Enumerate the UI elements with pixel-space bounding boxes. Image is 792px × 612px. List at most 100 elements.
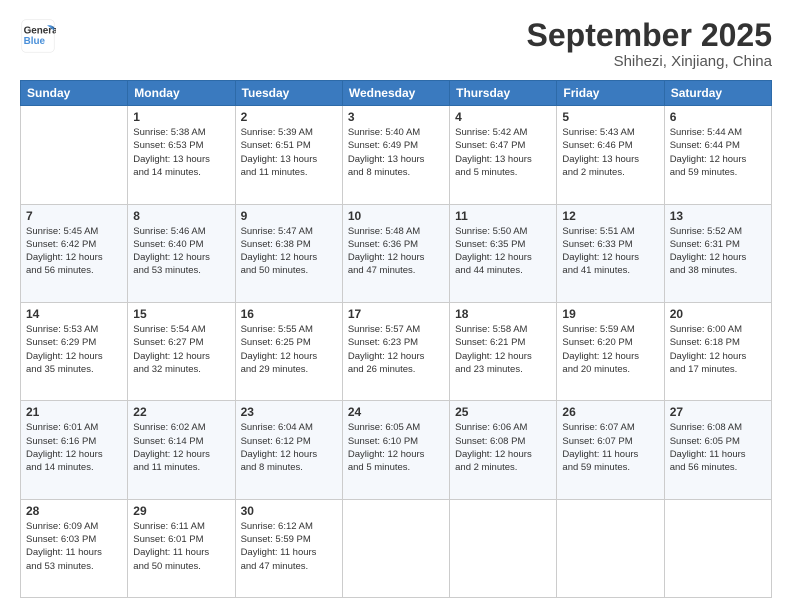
day-info: Sunrise: 5:50 AMSunset: 6:35 PMDaylight:… bbox=[455, 225, 551, 278]
calendar-header-row: Sunday Monday Tuesday Wednesday Thursday… bbox=[21, 81, 772, 106]
day-info: Sunrise: 5:58 AMSunset: 6:21 PMDaylight:… bbox=[455, 323, 551, 376]
header-saturday: Saturday bbox=[664, 81, 771, 106]
day-info: Sunrise: 5:55 AMSunset: 6:25 PMDaylight:… bbox=[241, 323, 337, 376]
day-number: 10 bbox=[348, 209, 444, 223]
day-number: 20 bbox=[670, 307, 766, 321]
day-info: Sunrise: 6:11 AMSunset: 6:01 PMDaylight:… bbox=[133, 520, 229, 573]
table-row bbox=[450, 499, 557, 597]
day-info: Sunrise: 5:59 AMSunset: 6:20 PMDaylight:… bbox=[562, 323, 658, 376]
header-wednesday: Wednesday bbox=[342, 81, 449, 106]
day-info: Sunrise: 5:54 AMSunset: 6:27 PMDaylight:… bbox=[133, 323, 229, 376]
calendar-week-5: 28 Sunrise: 6:09 AMSunset: 6:03 PMDayligh… bbox=[21, 499, 772, 597]
table-row: 18 Sunrise: 5:58 AMSunset: 6:21 PMDayligh… bbox=[450, 302, 557, 400]
day-info: Sunrise: 6:09 AMSunset: 6:03 PMDaylight:… bbox=[26, 520, 122, 573]
day-info: Sunrise: 6:12 AMSunset: 5:59 PMDaylight:… bbox=[241, 520, 337, 573]
day-info: Sunrise: 6:00 AMSunset: 6:18 PMDaylight:… bbox=[670, 323, 766, 376]
day-number: 18 bbox=[455, 307, 551, 321]
day-number: 28 bbox=[26, 504, 122, 518]
day-number: 4 bbox=[455, 110, 551, 124]
table-row: 23 Sunrise: 6:04 AMSunset: 6:12 PMDayligh… bbox=[235, 401, 342, 499]
day-number: 26 bbox=[562, 405, 658, 419]
calendar-week-1: 1 Sunrise: 5:38 AMSunset: 6:53 PMDaylight… bbox=[21, 106, 772, 204]
table-row: 10 Sunrise: 5:48 AMSunset: 6:36 PMDayligh… bbox=[342, 204, 449, 302]
day-info: Sunrise: 6:07 AMSunset: 6:07 PMDaylight:… bbox=[562, 421, 658, 474]
day-info: Sunrise: 5:42 AMSunset: 6:47 PMDaylight:… bbox=[455, 126, 551, 179]
day-number: 30 bbox=[241, 504, 337, 518]
day-number: 13 bbox=[670, 209, 766, 223]
day-info: Sunrise: 5:51 AMSunset: 6:33 PMDaylight:… bbox=[562, 225, 658, 278]
day-info: Sunrise: 5:38 AMSunset: 6:53 PMDaylight:… bbox=[133, 126, 229, 179]
table-row: 24 Sunrise: 6:05 AMSunset: 6:10 PMDayligh… bbox=[342, 401, 449, 499]
table-row: 27 Sunrise: 6:08 AMSunset: 6:05 PMDayligh… bbox=[664, 401, 771, 499]
day-info: Sunrise: 5:47 AMSunset: 6:38 PMDaylight:… bbox=[241, 225, 337, 278]
day-number: 8 bbox=[133, 209, 229, 223]
table-row: 12 Sunrise: 5:51 AMSunset: 6:33 PMDayligh… bbox=[557, 204, 664, 302]
table-row: 2 Sunrise: 5:39 AMSunset: 6:51 PMDaylight… bbox=[235, 106, 342, 204]
day-number: 16 bbox=[241, 307, 337, 321]
day-number: 3 bbox=[348, 110, 444, 124]
table-row: 28 Sunrise: 6:09 AMSunset: 6:03 PMDayligh… bbox=[21, 499, 128, 597]
table-row: 9Sunrise: 5:47 AMSunset: 6:38 PMDaylight… bbox=[235, 204, 342, 302]
day-number: 12 bbox=[562, 209, 658, 223]
table-row: 30 Sunrise: 6:12 AMSunset: 5:59 PMDayligh… bbox=[235, 499, 342, 597]
day-info: Sunrise: 5:43 AMSunset: 6:46 PMDaylight:… bbox=[562, 126, 658, 179]
day-info: Sunrise: 6:06 AMSunset: 6:08 PMDaylight:… bbox=[455, 421, 551, 474]
day-number: 14 bbox=[26, 307, 122, 321]
day-number: 6 bbox=[670, 110, 766, 124]
table-row bbox=[557, 499, 664, 597]
day-number: 27 bbox=[670, 405, 766, 419]
table-row bbox=[664, 499, 771, 597]
calendar-week-2: 7 Sunrise: 5:45 AMSunset: 6:42 PMDaylight… bbox=[21, 204, 772, 302]
table-row: 13Sunrise: 5:52 AMSunset: 6:31 PMDayligh… bbox=[664, 204, 771, 302]
day-info: Sunrise: 6:08 AMSunset: 6:05 PMDaylight:… bbox=[670, 421, 766, 474]
day-info: Sunrise: 5:40 AMSunset: 6:49 PMDaylight:… bbox=[348, 126, 444, 179]
table-row: 15 Sunrise: 5:54 AMSunset: 6:27 PMDayligh… bbox=[128, 302, 235, 400]
table-row: 11Sunrise: 5:50 AMSunset: 6:35 PMDayligh… bbox=[450, 204, 557, 302]
table-row: 17 Sunrise: 5:57 AMSunset: 6:23 PMDayligh… bbox=[342, 302, 449, 400]
day-number: 29 bbox=[133, 504, 229, 518]
table-row: 5 Sunrise: 5:43 AMSunset: 6:46 PMDaylight… bbox=[557, 106, 664, 204]
day-number: 15 bbox=[133, 307, 229, 321]
logo-icon: General Blue bbox=[20, 18, 56, 54]
header-tuesday: Tuesday bbox=[235, 81, 342, 106]
day-number: 7 bbox=[26, 209, 122, 223]
table-row: 16 Sunrise: 5:55 AMSunset: 6:25 PMDayligh… bbox=[235, 302, 342, 400]
day-info: Sunrise: 5:48 AMSunset: 6:36 PMDaylight:… bbox=[348, 225, 444, 278]
day-number: 25 bbox=[455, 405, 551, 419]
day-info: Sunrise: 5:46 AMSunset: 6:40 PMDaylight:… bbox=[133, 225, 229, 278]
calendar: Sunday Monday Tuesday Wednesday Thursday… bbox=[20, 80, 772, 598]
table-row: 19 Sunrise: 5:59 AMSunset: 6:20 PMDayligh… bbox=[557, 302, 664, 400]
svg-text:Blue: Blue bbox=[24, 36, 46, 47]
day-number: 5 bbox=[562, 110, 658, 124]
table-row: 7 Sunrise: 5:45 AMSunset: 6:42 PMDaylight… bbox=[21, 204, 128, 302]
day-info: Sunrise: 6:04 AMSunset: 6:12 PMDaylight:… bbox=[241, 421, 337, 474]
main-title: September 2025 bbox=[527, 18, 772, 53]
day-info: Sunrise: 5:45 AMSunset: 6:42 PMDaylight:… bbox=[26, 225, 122, 278]
header-thursday: Thursday bbox=[450, 81, 557, 106]
subtitle: Shihezi, Xinjiang, China bbox=[527, 53, 772, 70]
day-info: Sunrise: 6:05 AMSunset: 6:10 PMDaylight:… bbox=[348, 421, 444, 474]
table-row: 25 Sunrise: 6:06 AMSunset: 6:08 PMDayligh… bbox=[450, 401, 557, 499]
logo: General Blue bbox=[20, 18, 56, 54]
table-row: 21Sunrise: 6:01 AMSunset: 6:16 PMDayligh… bbox=[21, 401, 128, 499]
day-number: 1 bbox=[133, 110, 229, 124]
day-number: 21 bbox=[26, 405, 122, 419]
day-number: 24 bbox=[348, 405, 444, 419]
calendar-week-4: 21Sunrise: 6:01 AMSunset: 6:16 PMDayligh… bbox=[21, 401, 772, 499]
day-number: 17 bbox=[348, 307, 444, 321]
day-number: 23 bbox=[241, 405, 337, 419]
table-row: 22Sunrise: 6:02 AMSunset: 6:14 PMDayligh… bbox=[128, 401, 235, 499]
title-section: September 2025 Shihezi, Xinjiang, China bbox=[527, 18, 772, 70]
day-number: 19 bbox=[562, 307, 658, 321]
table-row: 4 Sunrise: 5:42 AMSunset: 6:47 PMDaylight… bbox=[450, 106, 557, 204]
table-row: 20 Sunrise: 6:00 AMSunset: 6:18 PMDayligh… bbox=[664, 302, 771, 400]
table-row bbox=[342, 499, 449, 597]
day-info: Sunrise: 5:57 AMSunset: 6:23 PMDaylight:… bbox=[348, 323, 444, 376]
day-number: 2 bbox=[241, 110, 337, 124]
table-row: 1 Sunrise: 5:38 AMSunset: 6:53 PMDaylight… bbox=[128, 106, 235, 204]
day-info: Sunrise: 5:39 AMSunset: 6:51 PMDaylight:… bbox=[241, 126, 337, 179]
day-number: 22 bbox=[133, 405, 229, 419]
table-row: 29 Sunrise: 6:11 AMSunset: 6:01 PMDayligh… bbox=[128, 499, 235, 597]
table-row bbox=[21, 106, 128, 204]
calendar-week-3: 14Sunrise: 5:53 AMSunset: 6:29 PMDayligh… bbox=[21, 302, 772, 400]
